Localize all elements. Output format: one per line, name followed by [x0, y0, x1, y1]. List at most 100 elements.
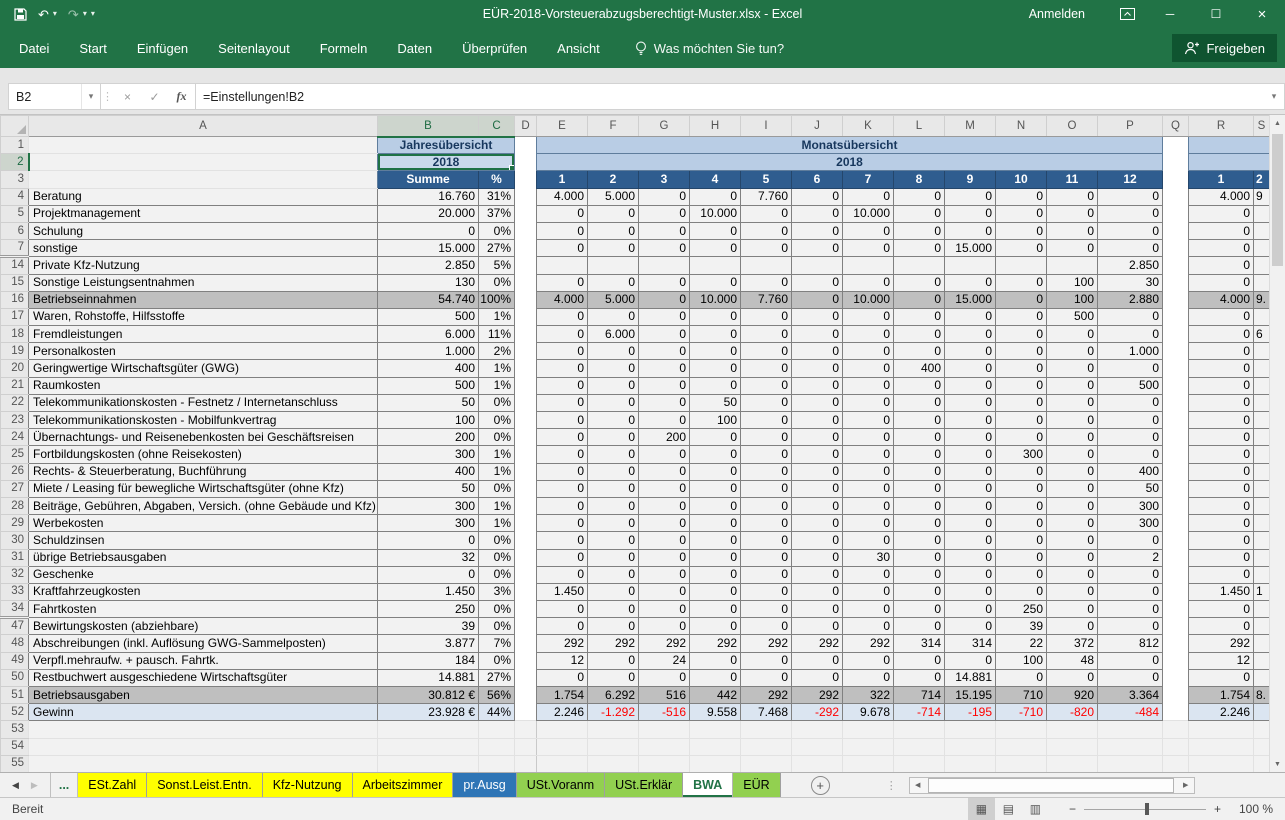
cell-L17[interactable]: 0	[894, 308, 945, 325]
cell-R23[interactable]: 0	[1189, 412, 1254, 429]
cell-A49[interactable]: Verpfl.mehraufw. + pausch. Fahrtk.	[29, 652, 378, 669]
cell-R48[interactable]: 292	[1189, 635, 1254, 652]
cell-J20[interactable]: 0	[792, 360, 843, 377]
cell-L27[interactable]: 0	[894, 480, 945, 497]
cell-C22[interactable]: 0%	[479, 394, 515, 411]
cell-D54[interactable]	[515, 738, 537, 755]
cell-R28[interactable]: 0	[1189, 497, 1254, 514]
cell-O7[interactable]: 0	[1047, 240, 1098, 257]
row-header-30[interactable]: 30	[1, 532, 29, 549]
cell-K16[interactable]: 10.000	[843, 291, 894, 308]
cell-E5[interactable]: 0	[537, 205, 588, 222]
cell-N22[interactable]: 0	[996, 394, 1047, 411]
column-header-P[interactable]: P	[1098, 116, 1163, 137]
cell-K18[interactable]: 0	[843, 326, 894, 343]
cell-G49[interactable]: 24	[639, 652, 690, 669]
cell-G4[interactable]: 0	[639, 188, 690, 205]
cell-O24[interactable]: 0	[1047, 429, 1098, 446]
cell-I18[interactable]: 0	[741, 326, 792, 343]
cell-G31[interactable]: 0	[639, 549, 690, 566]
cell-O54[interactable]	[1047, 738, 1098, 755]
cell-B55[interactable]	[378, 755, 479, 772]
cell-F18[interactable]: 6.000	[588, 326, 639, 343]
cell-K26[interactable]: 0	[843, 463, 894, 480]
cell-B50[interactable]: 14.881	[378, 669, 479, 686]
cell-A3[interactable]	[29, 171, 378, 188]
cell-C14[interactable]: 5%	[479, 257, 515, 274]
name-box-dropdown-icon[interactable]: ▾	[81, 84, 100, 109]
cell-C17[interactable]: 1%	[479, 308, 515, 325]
cell-P16[interactable]: 2.880	[1098, 291, 1163, 308]
cell-R34[interactable]: 0	[1189, 601, 1254, 618]
sheet-overflow-indicator[interactable]: ...	[50, 773, 78, 797]
column-header-D[interactable]: D	[515, 116, 537, 137]
cell-J28[interactable]: 0	[792, 497, 843, 514]
cell-C27[interactable]: 0%	[479, 480, 515, 497]
cell-L53[interactable]	[894, 721, 945, 738]
cell-R4[interactable]: 4.000	[1189, 188, 1254, 205]
cell-H54[interactable]	[690, 738, 741, 755]
cell-J27[interactable]: 0	[792, 480, 843, 497]
cell-L16[interactable]: 0	[894, 291, 945, 308]
sheet-tab-EÜR[interactable]: EÜR	[733, 773, 780, 797]
cell-R6[interactable]: 0	[1189, 222, 1254, 239]
cell-P7[interactable]: 0	[1098, 240, 1163, 257]
cell-S28[interactable]	[1254, 497, 1270, 514]
zoom-slider[interactable]	[1084, 809, 1206, 810]
confirm-entry-icon[interactable]: ✓	[141, 84, 168, 109]
cell-S49[interactable]	[1254, 652, 1270, 669]
cell-C48[interactable]: 7%	[479, 635, 515, 652]
cell-A21[interactable]: Raumkosten	[29, 377, 378, 394]
scroll-up-icon[interactable]: ▲	[1270, 115, 1285, 131]
cell-M47[interactable]: 0	[945, 618, 996, 635]
cell-A2[interactable]	[29, 154, 378, 171]
cell-P34[interactable]: 0	[1098, 601, 1163, 618]
cell-M53[interactable]	[945, 721, 996, 738]
row-header-18[interactable]: 18	[1, 326, 29, 343]
cell-S15[interactable]	[1254, 274, 1270, 291]
cell-K28[interactable]: 0	[843, 497, 894, 514]
row-header-31[interactable]: 31	[1, 549, 29, 566]
sheet-tab-ESt.Zahl[interactable]: ESt.Zahl	[78, 773, 147, 797]
cell-B16[interactable]: 54.740	[378, 291, 479, 308]
cell-J49[interactable]: 0	[792, 652, 843, 669]
cell-F5[interactable]: 0	[588, 205, 639, 222]
cell-A33[interactable]: Kraftfahrzeugkosten	[29, 583, 378, 600]
cell-month-header-1[interactable]: 1	[537, 171, 588, 188]
row-header-19[interactable]: 19	[1, 343, 29, 360]
cell-G7[interactable]: 0	[639, 240, 690, 257]
cell-I52[interactable]: 7.468	[741, 704, 792, 721]
horizontal-scrollbar[interactable]: ◀ ▶	[909, 777, 1195, 794]
cell-S31[interactable]	[1254, 549, 1270, 566]
cell-I51[interactable]: 292	[741, 687, 792, 704]
cell-I27[interactable]: 0	[741, 480, 792, 497]
cell-C25[interactable]: 1%	[479, 446, 515, 463]
cell-S29[interactable]	[1254, 515, 1270, 532]
cell-A31[interactable]: übrige Betriebsausgaben	[29, 549, 378, 566]
cell-P47[interactable]: 0	[1098, 618, 1163, 635]
cell-P52[interactable]: -484	[1098, 704, 1163, 721]
cell-E26[interactable]: 0	[537, 463, 588, 480]
column-header-E[interactable]: E	[537, 116, 588, 137]
cell-E52[interactable]: 2.246	[537, 704, 588, 721]
cell-N28[interactable]: 0	[996, 497, 1047, 514]
cell-B19[interactable]: 1.000	[378, 343, 479, 360]
column-header-F[interactable]: F	[588, 116, 639, 137]
cell-J15[interactable]: 0	[792, 274, 843, 291]
cell-H47[interactable]: 0	[690, 618, 741, 635]
cell-K4[interactable]: 0	[843, 188, 894, 205]
cell-N19[interactable]: 0	[996, 343, 1047, 360]
cell-B33[interactable]: 1.450	[378, 583, 479, 600]
cell-J26[interactable]: 0	[792, 463, 843, 480]
ribbon-tab-Start[interactable]: Start	[64, 28, 121, 68]
cell-F22[interactable]: 0	[588, 394, 639, 411]
cell-O25[interactable]: 0	[1047, 446, 1098, 463]
cell-O29[interactable]: 0	[1047, 515, 1098, 532]
cell-G50[interactable]: 0	[639, 669, 690, 686]
column-header-C[interactable]: C	[479, 116, 515, 137]
cell-F7[interactable]: 0	[588, 240, 639, 257]
cell-K5[interactable]: 10.000	[843, 205, 894, 222]
cell-O19[interactable]: 0	[1047, 343, 1098, 360]
cell-H25[interactable]: 0	[690, 446, 741, 463]
cell-C31[interactable]: 0%	[479, 549, 515, 566]
